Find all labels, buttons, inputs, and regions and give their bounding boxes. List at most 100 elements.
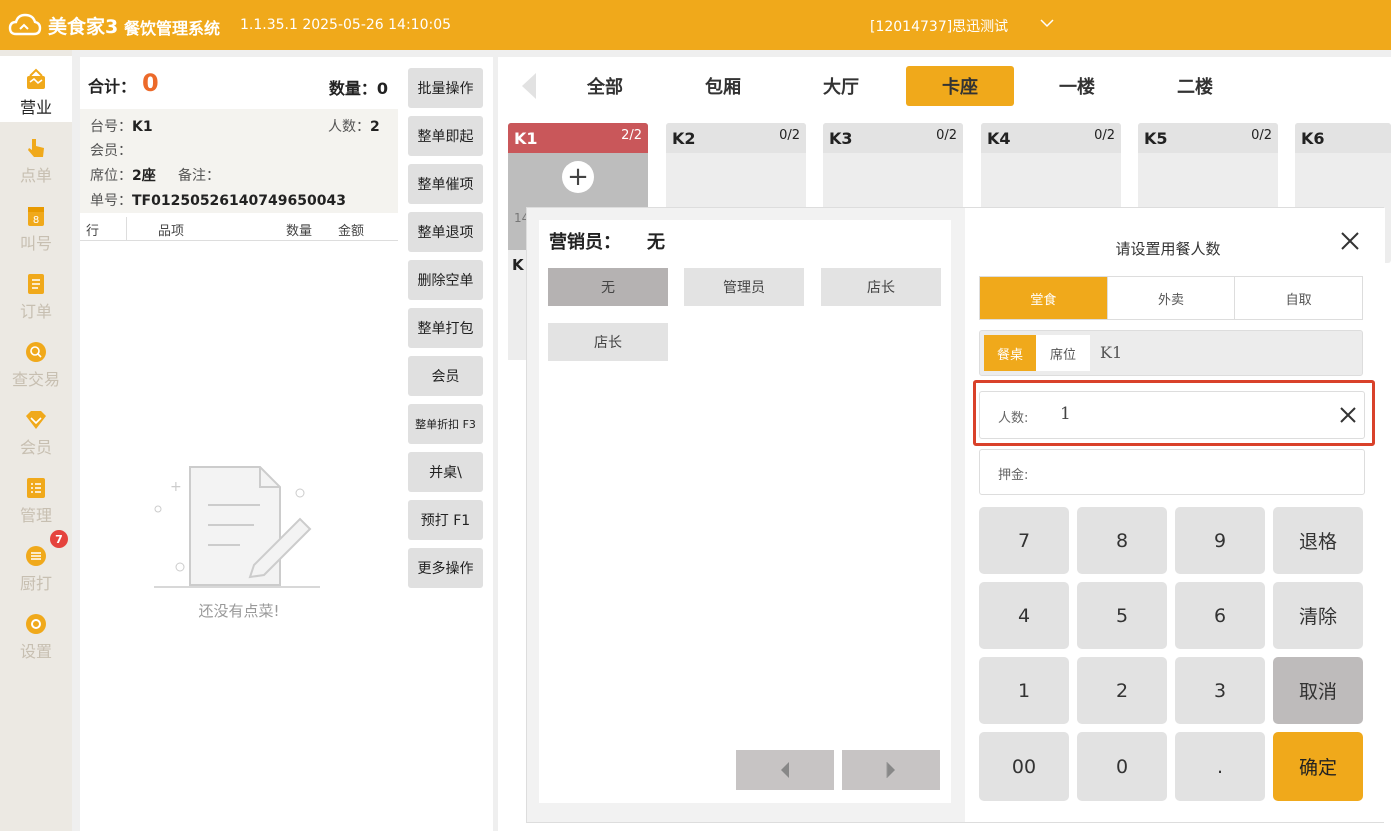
salesperson-title: 营销员： xyxy=(549,232,621,253)
nav-orders[interactable]: 订单 xyxy=(0,260,72,326)
key-6[interactable]: 6 xyxy=(1175,582,1265,649)
seat-info: 席位：2座 xyxy=(90,165,156,185)
remark-label: 备注： xyxy=(178,168,220,184)
gear-icon xyxy=(24,612,48,636)
tab-all[interactable]: 全部 xyxy=(551,66,659,106)
table-name: K xyxy=(512,256,524,274)
people-count-field[interactable]: 人数: 1 xyxy=(979,391,1365,439)
pre-print-button[interactable]: 预打 F1 xyxy=(408,500,483,540)
tab-seat[interactable]: 席位 xyxy=(1036,335,1090,371)
tab-table[interactable]: 餐桌 xyxy=(984,335,1036,371)
mode-pickup[interactable]: 自取 xyxy=(1235,277,1362,319)
table-count: 0/2 xyxy=(1251,128,1272,143)
order-info: 台号：K1 人数：2 会员： 席位：2座 备注： 单号：TF0125052614… xyxy=(80,109,398,213)
nav-call-number[interactable]: 8 叫号 xyxy=(0,192,72,258)
nav-settings[interactable]: 设置 xyxy=(0,600,72,666)
store-selector[interactable]: [12014737]思迅测试 xyxy=(870,16,1008,36)
col-row: 行 xyxy=(86,224,100,239)
nav-transactions[interactable]: 查交易 xyxy=(0,328,72,394)
key-00[interactable]: 00 xyxy=(979,732,1069,801)
clear-icon[interactable] xyxy=(1338,405,1358,425)
tab-booth[interactable]: 卡座 xyxy=(906,66,1014,106)
member-info: 会员： xyxy=(90,140,132,160)
mode-takeaway[interactable]: 外卖 xyxy=(1108,277,1236,319)
key-9[interactable]: 9 xyxy=(1175,507,1265,574)
chevron-left-icon[interactable] xyxy=(522,73,538,99)
salesperson-panel: 营销员： 无 无 管理员 店长 店长 xyxy=(539,220,951,803)
salesperson-option[interactable]: 店长 xyxy=(821,268,941,306)
delete-empty-button[interactable]: 删除空单 xyxy=(408,260,483,300)
pack-all-button[interactable]: 整单打包 xyxy=(408,308,483,348)
nav-label: 点单 xyxy=(19,166,52,185)
tab-floor-1[interactable]: 一楼 xyxy=(1023,66,1131,106)
key-5[interactable]: 5 xyxy=(1077,582,1167,649)
total-value: 0 xyxy=(142,69,159,97)
col-amount: 金额 xyxy=(338,224,365,239)
tab-hall[interactable]: 大厅 xyxy=(787,66,895,106)
key-1[interactable]: 1 xyxy=(979,657,1069,724)
app-logo: 美食家3 xyxy=(8,10,118,40)
dialog-title: 请设置用餐人数 xyxy=(1115,240,1221,258)
serve-all-button[interactable]: 整单即起 xyxy=(408,116,483,156)
return-all-button[interactable]: 整单退项 xyxy=(408,212,483,252)
qty-summary: 数量：0 xyxy=(329,75,388,99)
key-dot[interactable]: . xyxy=(1175,732,1265,801)
seat-value: K1 xyxy=(1100,343,1123,362)
key-7[interactable]: 7 xyxy=(979,507,1069,574)
key-0[interactable]: 0 xyxy=(1077,732,1167,801)
table-label: 台号： xyxy=(90,119,132,135)
key-clear[interactable]: 清除 xyxy=(1273,582,1363,649)
nav-order[interactable]: 点单 xyxy=(0,124,72,190)
table-card-partial[interactable]: K xyxy=(508,250,526,360)
rush-all-button[interactable]: 整单催项 xyxy=(408,164,483,204)
action-column: 批量操作 整单即起 整单催项 整单退项 删除空单 整单打包 会员 整单折扣 F3… xyxy=(398,57,493,831)
add-icon[interactable]: + xyxy=(562,161,594,193)
nav-member[interactable]: 会员 xyxy=(0,396,72,462)
tab-private-room[interactable]: 包厢 xyxy=(669,66,777,106)
col-qty: 数量 xyxy=(286,224,313,239)
next-page-button[interactable] xyxy=(842,750,940,790)
close-icon[interactable] xyxy=(1339,230,1361,252)
table-count: 0/2 xyxy=(1094,128,1115,143)
tab-floor-2[interactable]: 二楼 xyxy=(1141,66,1249,106)
logo-text: 美食家3 xyxy=(48,15,119,38)
notification-badge: 7 xyxy=(50,530,68,548)
mode-dine-in[interactable]: 堂食 xyxy=(980,277,1108,319)
order-number-value: TF01250526140749650043 xyxy=(132,193,346,209)
svg-text:+: + xyxy=(170,479,182,495)
salesperson-option[interactable]: 无 xyxy=(548,268,668,306)
key-8[interactable]: 8 xyxy=(1077,507,1167,574)
confirm-button[interactable]: 确定 xyxy=(1273,732,1363,801)
chevron-down-icon[interactable] xyxy=(1040,18,1054,28)
member-label: 会员： xyxy=(90,143,132,159)
discount-button[interactable]: 整单折扣 F3 xyxy=(408,404,483,444)
deposit-field[interactable]: 押金: xyxy=(979,449,1365,495)
salesperson-option[interactable]: 店长 xyxy=(548,323,668,361)
key-backspace[interactable]: 退格 xyxy=(1273,507,1363,574)
key-4[interactable]: 4 xyxy=(979,582,1069,649)
list-doc-icon xyxy=(24,272,48,296)
table-count: 0/2 xyxy=(936,128,957,143)
col-item: 品项 xyxy=(158,224,185,239)
table-value: K1 xyxy=(132,119,153,135)
table-count: 0/2 xyxy=(779,128,800,143)
total-label: 合计： xyxy=(88,77,137,96)
remark-info: 备注： xyxy=(178,165,220,185)
batch-operation-button[interactable]: 批量操作 xyxy=(408,68,483,108)
nav-manage[interactable]: 管理 xyxy=(0,464,72,530)
diamond-icon xyxy=(24,408,48,432)
prev-page-button[interactable] xyxy=(736,750,834,790)
table-row-info: 台号：K1 xyxy=(90,116,153,136)
cancel-button[interactable]: 取消 xyxy=(1273,657,1363,724)
member-button[interactable]: 会员 xyxy=(408,356,483,396)
key-2[interactable]: 2 xyxy=(1077,657,1167,724)
nav-business[interactable]: 营业 xyxy=(0,56,72,122)
nav-label: 管理 xyxy=(19,506,52,525)
merge-table-button[interactable]: 并桌\ xyxy=(408,452,483,492)
nav-label: 设置 xyxy=(19,642,52,661)
guest-count-dialog: 营销员： 无 无 管理员 店长 店长 请设置用餐人数 堂食 外卖 自取 餐桌 席… xyxy=(526,207,1385,823)
more-operations-button[interactable]: 更多操作 xyxy=(408,548,483,588)
salesperson-option[interactable]: 管理员 xyxy=(684,268,804,306)
seat-value: 2座 xyxy=(132,168,156,184)
key-3[interactable]: 3 xyxy=(1175,657,1265,724)
